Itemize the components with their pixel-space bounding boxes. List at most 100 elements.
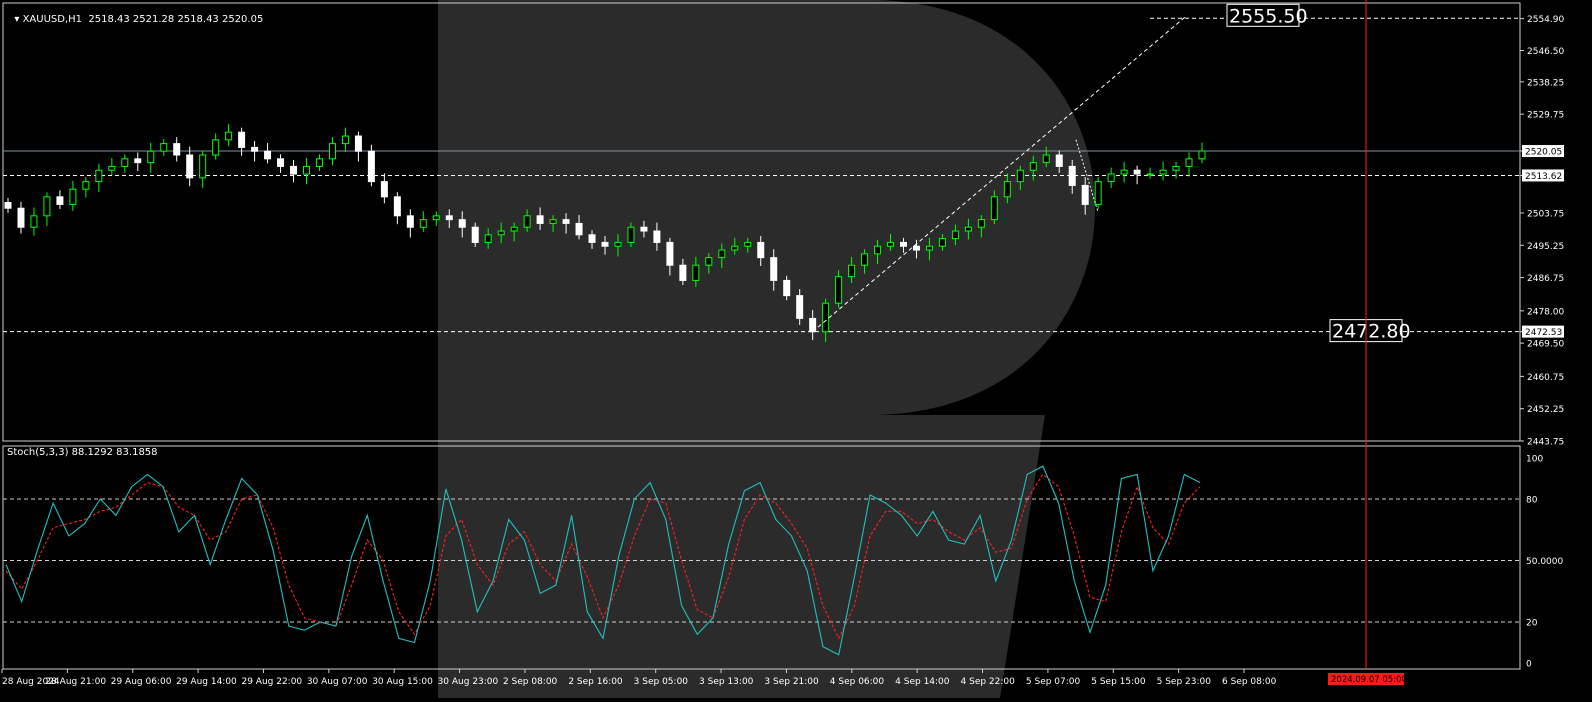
candle-body: [796, 295, 804, 319]
candle-body: [380, 181, 388, 198]
candle-body: [1159, 169, 1167, 175]
candle-body: [614, 241, 622, 247]
candle-body: [367, 150, 375, 183]
candle-body: [277, 158, 285, 167]
candle-body: [1003, 181, 1011, 198]
time-tick-label: 5 Sep 07:00: [1026, 677, 1081, 687]
price-tick-label: 2443.75: [1527, 438, 1564, 448]
stoch-tick-label: 80: [1526, 496, 1538, 506]
time-tick-label: 4 Sep 22:00: [961, 677, 1016, 687]
future-time-label: 2024.09.07 05:00: [1331, 675, 1407, 685]
candle-body: [718, 249, 726, 259]
candle-body: [666, 241, 674, 266]
candle-body: [43, 196, 51, 217]
candle-body: [964, 226, 972, 232]
candle-body: [303, 165, 310, 175]
price-tick-label: 2554.90: [1527, 15, 1564, 25]
price-tick-label: 2529.75: [1527, 111, 1564, 121]
time-tick-label: 3 Sep 21:00: [764, 677, 819, 687]
candle-body: [264, 150, 272, 160]
stoch-tick-label: 0: [1526, 660, 1532, 670]
price-annotation-text: 2555.50: [1229, 5, 1308, 27]
candle-body: [393, 196, 401, 217]
candle-body: [744, 241, 752, 247]
candle-body: [562, 219, 570, 224]
candle-body: [497, 230, 505, 236]
candle-body: [575, 222, 583, 236]
candle-body: [82, 181, 90, 190]
candle-body: [705, 257, 713, 266]
candle-body: [938, 238, 946, 247]
time-tick-label: 29 Aug 06:00: [111, 677, 172, 687]
symbol-header: ▾ XAUUSD,H1 2518.43 2521.28 2518.43 2520…: [8, 3, 263, 25]
price-tick-label: 2538.25: [1527, 78, 1564, 88]
candle-body: [406, 215, 414, 228]
candle-body: [822, 302, 830, 333]
price-annotation-text: 2472.80: [1332, 321, 1411, 343]
candle-body: [341, 135, 349, 145]
symbol-label: XAUUSD,H1: [22, 14, 83, 25]
candle-body: [121, 158, 129, 167]
candle-body: [692, 264, 700, 281]
candle-body: [1172, 165, 1180, 171]
price-tick-label: 2503.75: [1527, 209, 1564, 219]
candle-body: [186, 154, 194, 179]
candle-body: [199, 154, 207, 179]
candle-body: [108, 165, 116, 171]
candle-body: [1029, 162, 1037, 171]
candle-body: [147, 150, 155, 164]
price-chart[interactable]: 2554.90 2546.50 2538.25 2529.75 2520.05 2513.…: [0, 0, 1592, 702]
candle-body: [328, 143, 336, 160]
price-tick-label: 2546.50: [1527, 47, 1564, 57]
candle-body: [30, 215, 38, 228]
candle-body: [731, 245, 739, 251]
candle-body: [835, 276, 843, 304]
time-tick-label: 4 Sep 06:00: [830, 677, 885, 687]
stoch-tick-label: 50.0000: [1526, 557, 1563, 567]
candle-body: [1107, 173, 1115, 183]
upper-level-box-text: 2513.62: [1525, 172, 1562, 182]
price-tick-label: 2486.75: [1527, 274, 1564, 284]
candle-body: [900, 241, 907, 247]
time-tick-label: 29 Aug 22:00: [241, 677, 302, 687]
candle-body: [925, 245, 933, 251]
candle-body: [874, 245, 882, 255]
candle-body: [601, 241, 609, 247]
candle-body: [458, 219, 466, 228]
time-tick-label: 29 Aug 14:00: [176, 677, 237, 687]
candle-body: [445, 215, 453, 221]
candle-body: [56, 196, 64, 205]
candle-body: [484, 234, 492, 243]
time-tick-label: 5 Sep 15:00: [1091, 677, 1146, 687]
candle-body: [848, 264, 856, 278]
candle-body: [1016, 169, 1024, 183]
stoch-tick-label: 100: [1526, 455, 1543, 465]
watermark-logo: [438, 0, 1095, 698]
time-tick-label: 2 Sep 16:00: [568, 677, 623, 687]
candle-body: [290, 165, 298, 175]
time-tick-label: 4 Sep 14:00: [895, 677, 950, 687]
candle-body: [549, 219, 557, 224]
candle-body: [354, 135, 362, 152]
ohlc-values: 2518.43 2521.28 2518.43 2520.05: [88, 14, 264, 25]
time-tick-label: 3 Sep 13:00: [699, 677, 754, 687]
time-tick-label: 5 Sep 23:00: [1157, 677, 1212, 687]
candle-body: [783, 279, 791, 297]
collapse-triangle-icon[interactable]: ▾: [14, 14, 22, 25]
candle-body: [912, 245, 920, 251]
candle-body: [536, 215, 544, 224]
candle-body: [1133, 169, 1141, 175]
time-tick-label: 30 Aug 15:00: [372, 677, 433, 687]
candle-body: [510, 226, 518, 232]
time-tick-label: 28 Aug 21:00: [45, 677, 106, 687]
candle-body: [225, 131, 233, 141]
candle-body: [432, 215, 440, 221]
candle-body: [1198, 150, 1206, 160]
candle-body: [627, 226, 635, 243]
last-price-box-text: 2520.05: [1525, 148, 1562, 158]
candle-body: [1185, 158, 1193, 167]
candle-body: [1068, 165, 1076, 186]
candle-body: [1081, 184, 1089, 205]
time-tick-label: 30 Aug 07:00: [307, 677, 368, 687]
price-tick-label: 2460.75: [1527, 373, 1564, 383]
